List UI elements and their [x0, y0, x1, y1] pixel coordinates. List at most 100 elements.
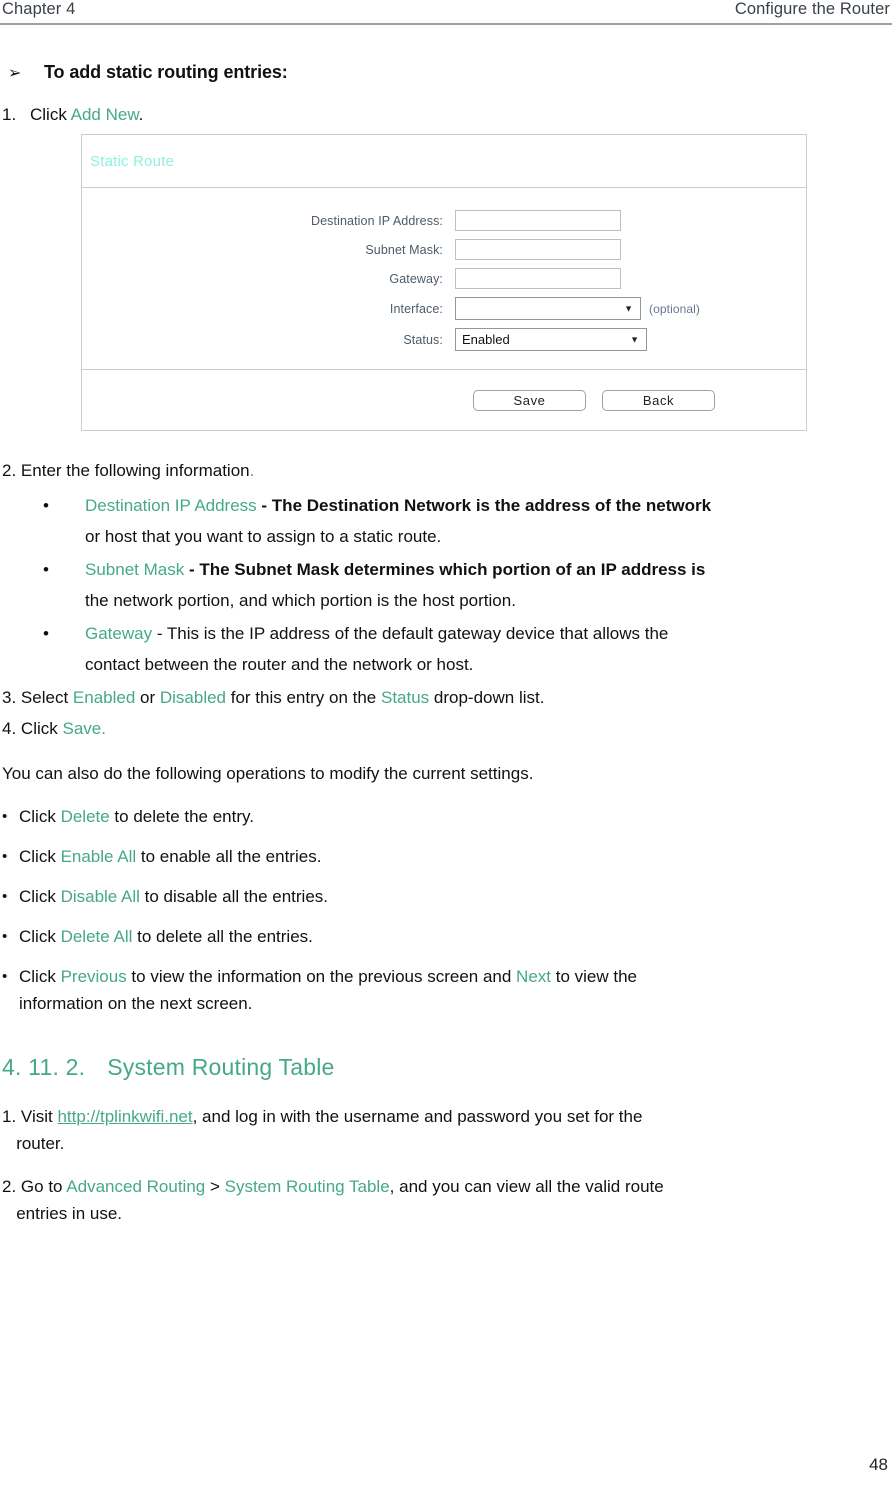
step-3-number: 3.	[2, 688, 17, 707]
op-3-post: to delete all the entries.	[132, 927, 313, 946]
step-goto-body: Go to Advanced Routing > System Routing …	[16, 1173, 892, 1227]
step-1-suffix: .	[138, 105, 144, 124]
enabled-option-ref: Enabled	[72, 688, 136, 707]
field-description-list: • Destination IP Address - The Destinati…	[0, 490, 892, 680]
op-1-post: to enable all the entries.	[136, 847, 322, 866]
interface-select[interactable]: ▼	[455, 297, 641, 320]
desc-gateway-line1: This is the IP address of the default ga…	[166, 624, 669, 643]
desc-gateway-line2: contact between the router and the netwo…	[85, 655, 474, 674]
step-goto-number: 2.	[2, 1177, 17, 1196]
status-label: Status:	[403, 332, 443, 347]
chevron-down-icon: ▼	[630, 334, 639, 344]
step-visit: 1. Visit http://tplinkwifi.net, and log …	[0, 1103, 892, 1157]
save-button[interactable]: Save	[473, 389, 586, 411]
arrow-heading-text: To add static routing entries:	[44, 62, 288, 82]
step-1: 1. Click Add New.	[0, 101, 892, 128]
arrow-right-icon: ➢	[8, 65, 22, 82]
step-2: 2. Enter the following information.	[0, 457, 892, 484]
step-1-number: 1.	[2, 105, 17, 124]
form-row-interface: Interface: ▼ (optional)	[82, 297, 806, 320]
operations-list: • Click Delete to delete the entry. • Cl…	[0, 803, 892, 1017]
page-number: 48	[869, 1455, 888, 1474]
op-1-pre: Click	[19, 847, 61, 866]
next-link[interactable]: Next	[516, 967, 551, 986]
step-3-t2: or	[135, 688, 160, 707]
tplinkwifi-link[interactable]: http://tplinkwifi.net	[57, 1107, 192, 1126]
panel-footer: Save Back	[82, 370, 806, 430]
field-description-destination-ip: Destination IP Address - The Destination…	[85, 490, 892, 552]
op-0-pre: Click	[19, 807, 61, 826]
header-section-label: Configure the Router	[734, 0, 890, 18]
list-item: • Click Previous to view the information…	[0, 963, 892, 1017]
list-item: • Gateway - This is the IP address of th…	[0, 618, 892, 680]
operation-disable-all: Click Disable All to disable all the ent…	[19, 883, 892, 910]
form-row-subnet-mask: Subnet Mask:	[82, 239, 806, 260]
delete-link[interactable]: Delete	[61, 807, 110, 826]
bullet-dot-icon: •	[2, 968, 8, 985]
desc-subnet-mask-line2: the network portion, and which portion i…	[85, 591, 516, 610]
bullet-dot-icon: •	[2, 888, 8, 905]
dash-2: -	[152, 624, 167, 643]
save-button-ref: Save.	[62, 719, 106, 738]
interface-label: Interface:	[389, 301, 443, 316]
gateway-input[interactable]	[455, 268, 621, 289]
term-subnet-mask: Subnet Mask	[85, 560, 185, 579]
step-2-number: 2.	[2, 461, 17, 480]
chevron-down-icon: ▼	[624, 303, 633, 313]
disabled-option-ref: Disabled	[159, 688, 227, 707]
header-chapter-label: Chapter 4	[2, 0, 76, 18]
desc-subnet-mask-line1: The Subnet Mask determines which portion…	[199, 560, 706, 579]
form-row-status: Status: Enabled ▼	[82, 328, 806, 351]
bullet-dot-icon: •	[2, 928, 8, 945]
destination-ip-label: Destination IP Address:	[310, 213, 443, 228]
interface-optional-note: (optional)	[649, 301, 701, 316]
step-goto: 2. Go to Advanced Routing > System Routi…	[0, 1173, 892, 1227]
delete-all-link[interactable]: Delete All	[61, 927, 133, 946]
enable-all-link[interactable]: Enable All	[61, 847, 137, 866]
panel-title-text: Static Route	[90, 152, 175, 170]
destination-ip-input[interactable]	[455, 210, 621, 231]
status-select-value: Enabled	[462, 332, 510, 347]
system-routing-table-link[interactable]: System Routing Table	[225, 1177, 390, 1196]
section-title: System Routing Table	[107, 1054, 335, 1080]
bullet-dot-icon: •	[43, 560, 49, 579]
dash-1: -	[184, 560, 200, 579]
field-description-gateway: Gateway - This is the IP address of the …	[85, 618, 892, 680]
goto-sep: >	[205, 1177, 225, 1196]
visit-line2: router.	[16, 1134, 65, 1153]
list-item: • Click Enable All to enable all the ent…	[0, 843, 892, 870]
gateway-label: Gateway:	[389, 271, 443, 286]
list-item: • Click Disable All to disable all the e…	[0, 883, 892, 910]
arrow-heading: ➢ To add static routing entries:	[0, 62, 892, 83]
subnet-mask-input[interactable]	[455, 239, 621, 260]
step-3-t1: Select	[20, 688, 73, 707]
op-2-pre: Click	[19, 887, 61, 906]
bullet-dot-icon: •	[2, 848, 8, 865]
step-3: 3. Select Enabled or Disabled for this e…	[0, 684, 892, 711]
visit-post: , and log in with the username and passw…	[192, 1107, 643, 1126]
dash-0: -	[256, 496, 272, 515]
op-3-pre: Click	[19, 927, 61, 946]
step-4-t1: Click	[20, 719, 63, 738]
step-3-t4: drop-down list.	[429, 688, 545, 707]
section-number: 4. 11. 2.	[2, 1054, 86, 1080]
step-visit-body: Visit http://tplinkwifi.net, and log in …	[16, 1103, 892, 1157]
back-button[interactable]: Back	[602, 389, 715, 411]
operation-previous-next: Click Previous to view the information o…	[19, 963, 892, 1017]
add-new-link[interactable]: Add New	[71, 105, 139, 124]
term-destination-ip: Destination IP Address	[85, 496, 257, 515]
op-0-post: to delete the entry.	[109, 807, 254, 826]
step-2-text: Enter the following information	[20, 461, 250, 480]
step-4: 4. Click Save.	[0, 715, 892, 742]
step-1-prefix: Click	[30, 105, 71, 124]
disable-all-link[interactable]: Disable All	[61, 887, 140, 906]
status-select[interactable]: Enabled ▼	[455, 328, 647, 351]
visit-pre: Visit	[20, 1107, 58, 1126]
running-header: Chapter 4 Configure the Router	[0, 0, 892, 24]
step-visit-number: 1.	[2, 1107, 17, 1126]
desc-destination-ip-line1: The Destination Network is the address o…	[271, 496, 712, 515]
page-title: 4. 11. 2. System Routing Table	[0, 1054, 892, 1081]
previous-link[interactable]: Previous	[61, 967, 127, 986]
operation-enable-all: Click Enable All to enable all the entri…	[19, 843, 892, 870]
advanced-routing-link[interactable]: Advanced Routing	[66, 1177, 205, 1196]
